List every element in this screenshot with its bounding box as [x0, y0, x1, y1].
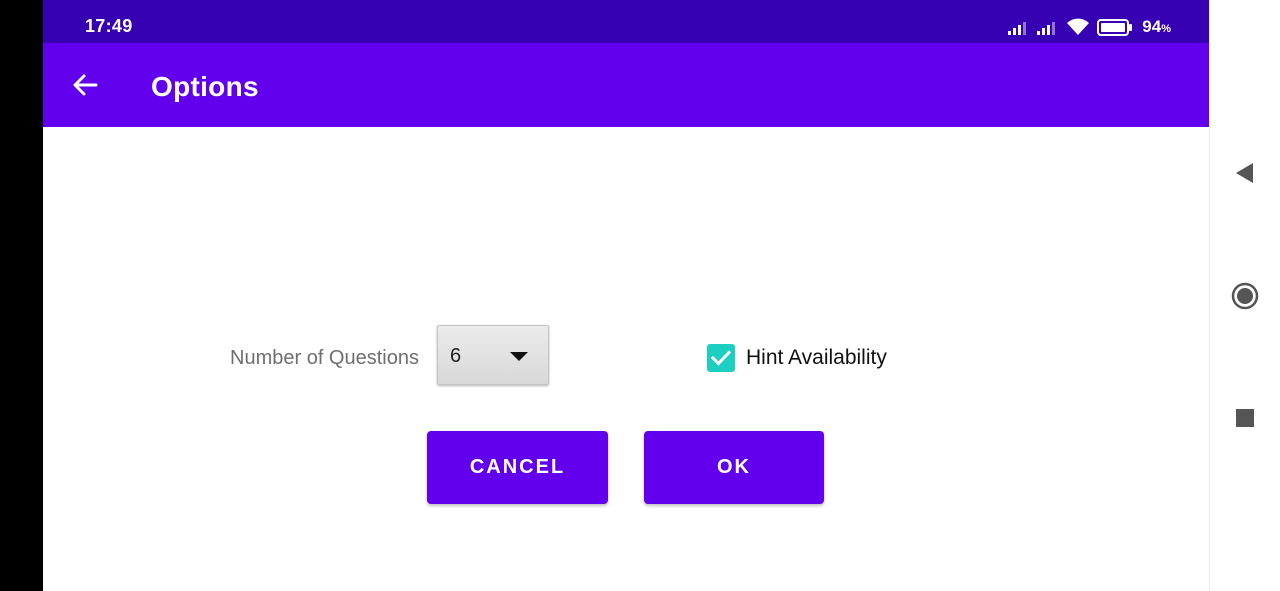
nav-back-button[interactable] [1226, 154, 1264, 192]
hint-checkbox[interactable] [707, 344, 735, 372]
battery-icon [1097, 18, 1133, 36]
status-time: 17:49 [85, 16, 133, 36]
nav-home-button[interactable] [1226, 277, 1264, 315]
home-circle-icon [1231, 282, 1259, 310]
back-button[interactable] [63, 63, 107, 107]
hint-checkbox-row[interactable]: Hint Availability [707, 344, 887, 372]
app-bar: Options [43, 43, 1209, 127]
nav-recents-button[interactable] [1226, 399, 1264, 437]
navigation-bar [1209, 0, 1280, 591]
status-icons: 94% [1008, 16, 1171, 38]
screen-edge [0, 0, 43, 591]
checkmark-icon [711, 350, 731, 366]
options-content: Number of Questions 6 Hint Availability … [43, 127, 1209, 591]
ok-button[interactable]: OK [644, 431, 824, 504]
wifi-icon [1067, 18, 1090, 35]
status-bar: 17:49 94% [43, 0, 1209, 43]
questions-value: 6 [450, 345, 462, 367]
questions-label: Number of Questions [230, 347, 419, 369]
signal-icon [1037, 22, 1056, 35]
hint-label: Hint Availability [746, 346, 887, 369]
questions-spinner[interactable]: 6 [437, 325, 549, 385]
arrow-left-icon [73, 74, 98, 96]
back-triangle-icon [1236, 163, 1253, 183]
recents-square-icon [1236, 409, 1254, 427]
cancel-button[interactable]: CANCEL [427, 431, 608, 504]
dropdown-arrow-icon [510, 352, 528, 361]
page-title: Options [151, 71, 259, 102]
signal-icon [1008, 22, 1027, 35]
battery-percent: 94% [1142, 17, 1171, 36]
